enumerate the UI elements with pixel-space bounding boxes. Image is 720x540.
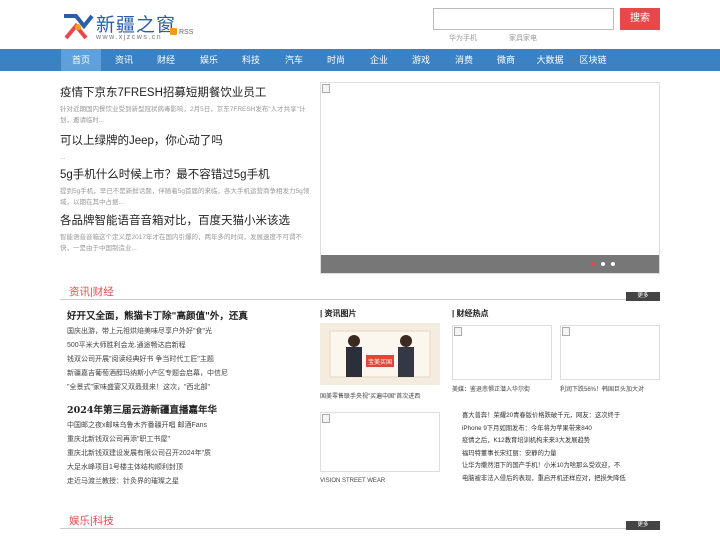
list-item[interactable]: 福玛特董事长宋红丽：安静的力量 — [462, 448, 660, 461]
photo-people-illustration — [320, 323, 440, 385]
list-item[interactable]: "全景式"家味盛宴又双叒叕来！这次，"西北部" — [67, 381, 307, 395]
list-item[interactable]: 国庆出游，带上元祖烘焙美味尽享户外好"食"光 — [67, 325, 307, 339]
nav-enterprise[interactable]: 企业 — [359, 49, 399, 71]
nav-blockchain[interactable]: 区块链 — [572, 49, 614, 71]
broken-image-icon — [454, 327, 462, 336]
nav-auto[interactable]: 汽车 — [274, 49, 314, 71]
nav-consumer[interactable]: 消费 — [444, 49, 484, 71]
lead-title[interactable]: 2024年第三届云游新疆直播嘉年华 — [67, 402, 307, 416]
more-button[interactable]: 更多 — [626, 521, 660, 530]
hot-link-1[interactable]: 华为手机 — [449, 35, 477, 42]
news-title[interactable]: 可以上绿牌的Jeep，你心动了吗 — [60, 132, 310, 148]
hot-thumb-2[interactable] — [560, 325, 660, 380]
nav-tech[interactable]: 科技 — [231, 49, 271, 71]
list-item[interactable]: 中国邮之夜x邮味乌鲁木齐番疆开唱 邮酒Fans — [67, 419, 307, 433]
section-title[interactable]: 娱乐|科技 — [69, 513, 114, 528]
hot-caption[interactable]: 美媒：鉴退悲惧正潜入华尔街 — [452, 384, 530, 393]
section-ent-header: 娱乐|科技 更多 — [60, 513, 660, 530]
more-button[interactable]: 更多 — [626, 292, 660, 301]
image-slider[interactable] — [320, 82, 660, 274]
rss-icon — [170, 28, 177, 35]
list-item[interactable]: 疫情之后，K12教育培训机构未来3大发展趋势 — [462, 435, 660, 448]
list-item[interactable]: 500平米大师胜利会龙.通途畅达启新程 — [67, 339, 307, 353]
photo-banner-text: 宝美买国 — [368, 360, 393, 366]
list-item[interactable]: 电脑被非法入侵后的表现，重启开机还样应对，把损失降低 — [462, 473, 660, 486]
list-item[interactable]: 走近马渡兰教授：针灸界的璀璨之星 — [67, 475, 307, 489]
nav-bigdata[interactable]: 大数据 — [529, 49, 571, 71]
list-item[interactable]: 重庆北新钱双公司再添"职工书屋" — [67, 433, 307, 447]
broken-image-icon — [322, 84, 330, 93]
news-item: 疫情下京东7FRESH招募短期餐饮业员工 针对近期国内餐饮业受到新型冠状病毒影响… — [60, 84, 310, 126]
logo-icon — [64, 14, 94, 40]
nav-weishang[interactable]: 微商 — [486, 49, 526, 71]
broken-image-icon — [562, 327, 570, 336]
news-title[interactable]: 各品牌智能语音音箱对比，百度天猫小米该选 — [60, 212, 310, 228]
nav-entertainment[interactable]: 娱乐 — [189, 49, 229, 71]
picture-caption[interactable]: 国美零售联手央视"买遍中国"首次进西 — [320, 391, 420, 400]
hot-thumb-1[interactable] — [452, 325, 552, 380]
news-title[interactable]: 5g手机什么时候上市？最不容错过5g手机 — [60, 166, 310, 182]
slider-dot-3[interactable] — [611, 262, 615, 266]
list-item[interactable]: 钱双公司开展"阅读经典好书 争当时代工匠"主题 — [67, 353, 307, 367]
news-desc: ... — [60, 154, 66, 161]
news-item: 可以上绿牌的Jeep，你心动了吗 ... — [60, 132, 310, 163]
broken-image-icon — [322, 414, 330, 423]
logo-text: 新疆之窗 — [96, 14, 177, 36]
list-item[interactable]: 新疆嘉吉葡萄酒醇玛纳斯小产区专题会启幕，中信尼 — [67, 367, 307, 381]
section-title[interactable]: 资讯|财经 — [69, 284, 114, 299]
nav-news[interactable]: 资讯 — [104, 49, 144, 71]
logo-url: www.xjzcws.cn — [96, 34, 163, 41]
nav-finance[interactable]: 财经 — [146, 49, 186, 71]
site-logo[interactable]: 新疆之窗 www.xjzcws.cn — [62, 10, 202, 44]
rss-label: RSS — [179, 29, 194, 36]
slider-dot-2[interactable] — [601, 262, 605, 266]
news-photo[interactable]: 宝美买国 — [320, 323, 440, 385]
search-input[interactable] — [433, 8, 614, 30]
picture-thumb[interactable] — [320, 412, 440, 472]
nav-games[interactable]: 游戏 — [401, 49, 441, 71]
search-button[interactable]: 搜索 — [620, 8, 660, 30]
hot-caption[interactable]: 利润下跌56%！韩国巨头加大对 — [560, 384, 644, 393]
lead-title[interactable]: 好开又全面，熊猫卡丁除"高颜值"外，还真 — [67, 308, 307, 322]
column-head-hot[interactable]: | 财经热点 — [452, 308, 488, 319]
news-desc: 针对近期国内餐饮业受到新型冠状病毒影响，2月5日，京东7FRESH发布"人才共享… — [60, 106, 306, 124]
hot-list: 喜大普奔！荣耀20青春版价格跌破千元，网友：这次终于 iPhone 9下月如期发… — [462, 410, 660, 485]
list-item[interactable]: 重庆北新钱双建设发展有限公司召开2024年"质 — [67, 447, 307, 461]
list-item[interactable]: 大足水峰项目1号楼主体结构顺利封顶 — [67, 461, 307, 475]
column-head-pictures[interactable]: | 资讯图片 — [320, 308, 356, 319]
section-finance-header: 资讯|财经 更多 — [60, 284, 660, 301]
list-item[interactable]: iPhone 9下月如期发布：今年将为苹果带来840 — [462, 423, 660, 436]
news-item: 5g手机什么时候上市？最不容错过5g手机 提到5g手机，早已不是新鲜话题，伴随着… — [60, 166, 310, 208]
news-desc: 提到5g手机，早已不是新鲜话题，伴随着5g首届的来临，各大手机运营商争相发力5g… — [60, 188, 310, 206]
list-item[interactable]: 让华为撒然泪下的国产手机！小米10为啥那么受欢迎，不 — [462, 460, 660, 473]
finance-news-column: 好开又全面，熊猫卡丁除"高颜值"外，还真 国庆出游，带上元祖烘焙美味尽享户外好"… — [67, 308, 307, 489]
list-item[interactable]: 喜大普奔！荣耀20青春版价格跌破千元，网友：这次终于 — [462, 410, 660, 423]
nav-fashion[interactable]: 时尚 — [316, 49, 356, 71]
slider-indicator-bar — [321, 255, 659, 273]
news-title[interactable]: 疫情下京东7FRESH招募短期餐饮业员工 — [60, 84, 310, 100]
main-nav: 首页 资讯 财经 娱乐 科技 汽车 时尚 企业 游戏 消费 微商 大数据 区块链 — [0, 49, 720, 71]
slider-dot-1[interactable] — [591, 262, 595, 266]
news-desc: 智能语音音箱这个定义是2017年才在国内引爆的，两年多的时间，发展速度不可谓不快… — [60, 234, 302, 252]
hot-link-2[interactable]: 家具家电 — [509, 35, 537, 42]
picture-caption[interactable]: VISION STREET WEAR — [320, 478, 385, 484]
rss-link[interactable]: RSS — [170, 28, 193, 36]
hot-search-links: 华为手机 家具家电 — [433, 33, 537, 43]
news-item: 各品牌智能语音音箱对比，百度天猫小米该选 智能语音音箱这个定义是2017年才在国… — [60, 212, 310, 254]
site-header: 新疆之窗 www.xjzcws.cn RSS 搜索 华为手机 家具家电 — [0, 0, 720, 48]
nav-home[interactable]: 首页 — [61, 49, 101, 71]
